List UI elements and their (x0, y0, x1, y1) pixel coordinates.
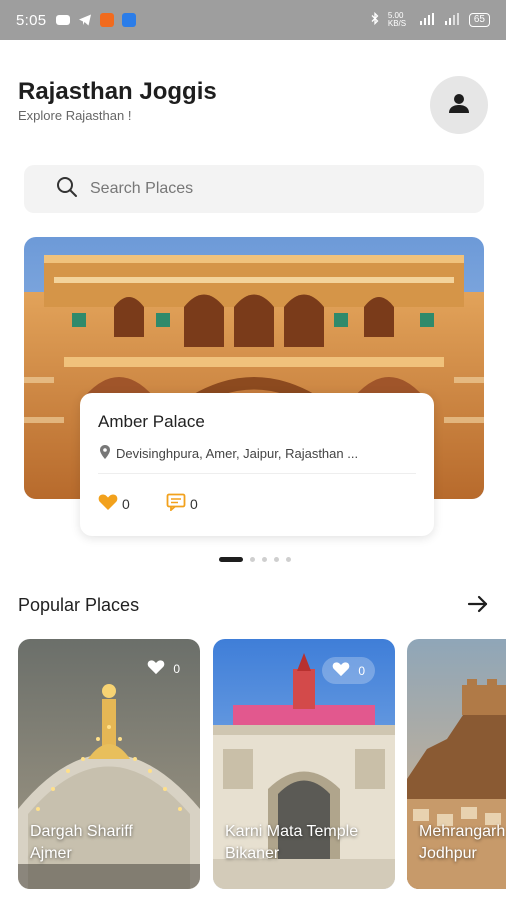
featured-place-card[interactable]: Amber Palace Devisinghpura, Amer, Jaipur… (80, 393, 434, 536)
place-address: Devisinghpura, Amer, Jaipur, Rajasthan .… (116, 446, 359, 461)
popular-places-title: Popular Places (18, 595, 140, 615)
card-place-name: Karni Mata Temple Bikaner (225, 821, 358, 865)
see-all-button[interactable] (466, 592, 490, 616)
status-time: 5:05 (16, 11, 47, 29)
card-name-line2: Ajmer (30, 845, 72, 862)
card-name-line2: Jodhpur (419, 845, 477, 862)
heart-icon (98, 493, 118, 514)
card-place-name: Dargah Shariff Ajmer (30, 821, 133, 865)
search-bar[interactable] (24, 165, 484, 213)
comment-icon (166, 493, 186, 514)
user-icon (447, 91, 471, 120)
card-divider (98, 473, 416, 474)
card-like-button[interactable]: 0 (322, 657, 375, 684)
card-name-line1: Mehrangarh (419, 823, 506, 840)
carousel-dot-active[interactable] (219, 557, 243, 562)
youtube-icon (56, 15, 71, 25)
card-place-name: Mehrangarh Jodhpur (419, 821, 505, 865)
popular-place-card[interactable]: 0 Karni Mata Temple Bikaner (213, 639, 395, 889)
arrow-right-icon (466, 595, 490, 620)
profile-button[interactable] (430, 76, 488, 134)
like-count: 0 (122, 495, 130, 512)
app-title: Rajasthan Joggis (18, 78, 217, 105)
carousel-indicator (219, 557, 291, 562)
signal-icon (419, 12, 435, 28)
carousel-dot[interactable] (262, 557, 267, 562)
card-name-line2: Bikaner (225, 845, 280, 862)
carousel-dot[interactable] (286, 557, 291, 562)
search-icon (56, 176, 78, 203)
status-bar: 5:05 5.00 KB/S 65 (0, 0, 506, 40)
search-input[interactable] (90, 180, 430, 198)
carousel-dot[interactable] (274, 557, 279, 562)
location-pin-icon (100, 445, 110, 462)
popular-place-card[interactable]: 0 Dargah Shariff Ajmer (18, 639, 200, 889)
card-like-button[interactable]: 0 (147, 659, 180, 678)
cloud-app-icon (122, 13, 137, 27)
app-icon (100, 13, 115, 27)
comment-button[interactable]: 0 (166, 493, 198, 514)
battery-indicator: 65 (468, 13, 490, 27)
card-like-count: 0 (358, 663, 365, 678)
telegram-icon (78, 13, 92, 27)
heart-icon (332, 661, 350, 680)
like-button[interactable]: 0 (98, 493, 130, 514)
card-name-line1: Karni Mata Temple (225, 823, 359, 840)
place-title: Amber Palace (98, 412, 205, 431)
signal-icon-2 (444, 12, 460, 28)
carousel-dot[interactable] (250, 557, 255, 562)
card-name-line1: Dargah Shariff (30, 823, 133, 840)
app-subtitle: Explore Rajasthan ! (18, 108, 132, 123)
popular-place-card[interactable]: Mehrangarh Jodhpur (407, 639, 506, 889)
comment-count: 0 (190, 495, 198, 512)
network-speed: 5.00 KB/S (387, 11, 407, 28)
card-like-count: 0 (173, 661, 180, 676)
heart-icon (147, 659, 165, 678)
place-location: Devisinghpura, Amer, Jaipur, Rajasthan .… (100, 445, 358, 462)
bluetooth-icon (371, 11, 379, 28)
